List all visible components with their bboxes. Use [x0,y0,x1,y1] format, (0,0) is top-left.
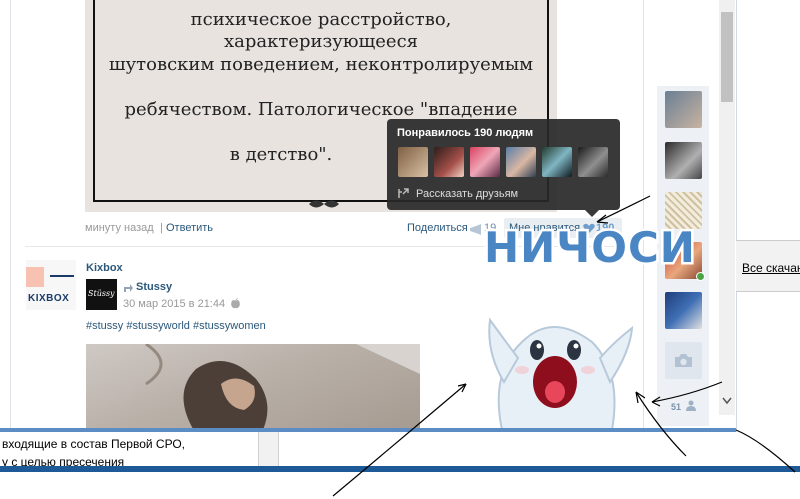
arrow-to-ghost-right [635,391,687,457]
arrow-bottom-right [735,429,796,473]
arrow-to-like-count [596,195,651,223]
arrow-to-ghost-left [332,383,467,497]
arrow-from-right-window [651,381,723,403]
screenshot-stage: Все скачан психическое расстройство, хар… [0,0,800,499]
hand-drawn-arrows [332,195,796,497]
